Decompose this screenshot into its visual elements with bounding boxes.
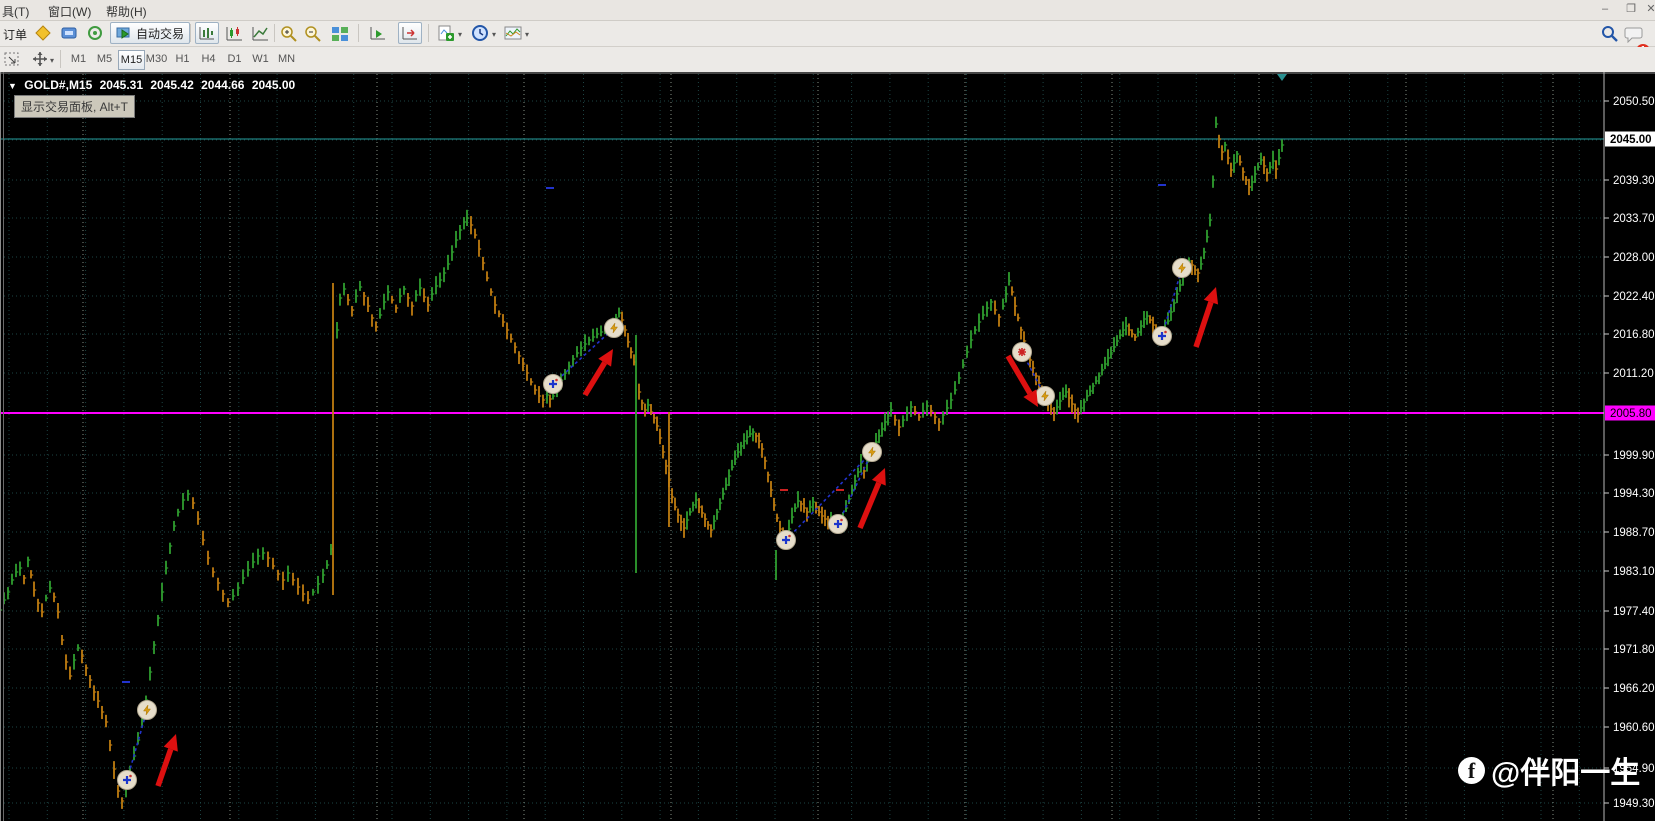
axis-price-label: 1999.90 (1613, 450, 1655, 462)
templates-caret[interactable]: ▾ (525, 30, 529, 39)
hline-price-box: 2005.80 (1610, 408, 1652, 420)
buy-signal-marker (543, 374, 563, 394)
timeframe-toolbar: ▾ M1 M5 M15 M30 H1 H4 D1 W1 MN (0, 47, 1655, 73)
chart-symbol: GOLD#,M15 (24, 78, 93, 92)
price-close: 2045.00 (251, 78, 296, 92)
axis-price-label: 1960.60 (1613, 722, 1655, 734)
price-high: 2045.42 (150, 78, 194, 92)
cursor-marquee-icon[interactable] (2, 50, 22, 69)
autotrade-icon (116, 27, 130, 39)
crosshair-caret[interactable]: ▾ (50, 56, 54, 65)
autotrade-button[interactable]: 自动交易 (110, 22, 191, 44)
timeframe-H4[interactable]: H4 (196, 50, 221, 68)
buy-signal-marker (776, 530, 796, 550)
axis-price-label: 2016.80 (1613, 329, 1655, 341)
timeframe-D1[interactable]: D1 (222, 50, 247, 68)
axis-price-label: 1994.30 (1613, 488, 1655, 500)
chart-area[interactable]: 2050.50 2039.30 2033.70 2028.00 2022.40 2016.… (0, 72, 1655, 821)
terminal-icon[interactable] (59, 24, 79, 43)
axis-price-label: 2039.30 (1613, 175, 1655, 187)
buy-signal-marker (828, 514, 848, 534)
collapse-arrow-icon[interactable]: ▼ (8, 81, 17, 91)
axis-price-label: 2022.40 (1613, 291, 1655, 303)
mt4-window: 具(T) 窗口(W) 帮助(H) – ❐ ✕ 订单 自动交易 ▾ ▾ ▾ ▾ M… (0, 0, 1655, 821)
buy-signal-marker (117, 770, 137, 790)
buy-signal-marker (1152, 326, 1172, 346)
timeframe-H1[interactable]: H1 (170, 50, 195, 68)
restore-button[interactable]: ❐ (1620, 2, 1642, 17)
periods-clock-icon[interactable] (470, 24, 490, 43)
templates-icon[interactable] (503, 24, 523, 43)
timeframe-M1[interactable]: M1 (66, 50, 91, 68)
profit-signal-marker (604, 318, 624, 338)
axis-price-label: 2011.20 (1613, 368, 1654, 380)
axis-price-label: 1983.10 (1613, 566, 1655, 578)
chat-icon[interactable] (1624, 24, 1644, 44)
chart-title: ▼ GOLD#,M15 2045.31 2045.42 2044.66 2045… (8, 78, 299, 92)
sell-signal-marker (1012, 342, 1032, 362)
profit-signal-marker (1035, 386, 1055, 406)
auto-scroll-icon[interactable] (368, 24, 388, 43)
axis-price-label: 2033.70 (1613, 213, 1655, 225)
profit-signal-marker (1172, 258, 1192, 278)
menu-item[interactable]: 窗口(W) (48, 3, 91, 20)
bid-price-box: 2045.00 (1610, 134, 1652, 146)
close-button[interactable]: ✕ (1640, 2, 1655, 17)
chart-shift-button[interactable] (398, 22, 422, 44)
profit-signal-marker (862, 442, 882, 462)
price-open: 2045.31 (99, 78, 144, 92)
trade-panel-tooltip: 显示交易面板, Alt+T (14, 95, 136, 118)
profit-signal-marker (137, 700, 157, 720)
crosshair-icon[interactable] (30, 50, 50, 69)
axis-price-label: 2028.00 (1613, 252, 1655, 264)
timeframe-M15[interactable]: M15 (118, 50, 145, 70)
candlestick-chart-button[interactable] (224, 24, 244, 43)
timeframe-M5[interactable]: M5 (92, 50, 117, 68)
market-watch-icon[interactable] (85, 24, 105, 43)
facebook-icon: f (1458, 756, 1485, 784)
watermark: f @伴阳一生 (1458, 748, 1640, 792)
timeframe-M30[interactable]: M30 (144, 50, 169, 68)
minimize-button[interactable]: – (1594, 2, 1616, 17)
price-low: 2044.66 (201, 78, 245, 92)
axis-price-label: 1966.20 (1613, 683, 1655, 695)
axis-price-label: 1977.40 (1613, 606, 1655, 618)
search-icon[interactable] (1600, 24, 1620, 43)
line-chart-button[interactable] (250, 24, 270, 43)
bar-chart-button[interactable] (195, 22, 219, 44)
periods-caret[interactable]: ▾ (492, 30, 496, 39)
axis-price-label: 1971.80 (1613, 644, 1655, 656)
menu-item[interactable]: 帮助(H) (106, 3, 147, 20)
add-indicator-icon[interactable] (436, 24, 456, 43)
timeframe-W1[interactable]: W1 (248, 50, 273, 68)
timeframe-MN[interactable]: MN (274, 50, 299, 68)
zoom-in-icon[interactable] (279, 24, 299, 43)
main-toolbar: 订单 自动交易 ▾ ▾ ▾ (0, 21, 1655, 58)
add-indicator-caret[interactable]: ▾ (458, 30, 462, 39)
menu-item[interactable]: 具(T) (2, 3, 29, 20)
watermark-text: @伴阳一生 (1491, 757, 1641, 790)
autotrade-label: 自动交易 (136, 26, 185, 41)
axis-price-label: 1949.30 (1613, 798, 1655, 810)
price-chart[interactable]: 2050.50 2039.30 2033.70 2028.00 2022.40 2016.… (0, 72, 1655, 821)
tile-windows-icon[interactable] (330, 24, 350, 43)
axis-price-label: 2050.50 (1613, 96, 1655, 108)
title-bar: 具(T) 窗口(W) 帮助(H) – ❐ ✕ (0, 0, 1655, 21)
axis-price-label: 1988.70 (1613, 527, 1655, 539)
new-order-icon[interactable] (33, 24, 53, 43)
zoom-out-icon[interactable] (303, 24, 323, 43)
new-order-label[interactable]: 订单 (3, 26, 27, 43)
